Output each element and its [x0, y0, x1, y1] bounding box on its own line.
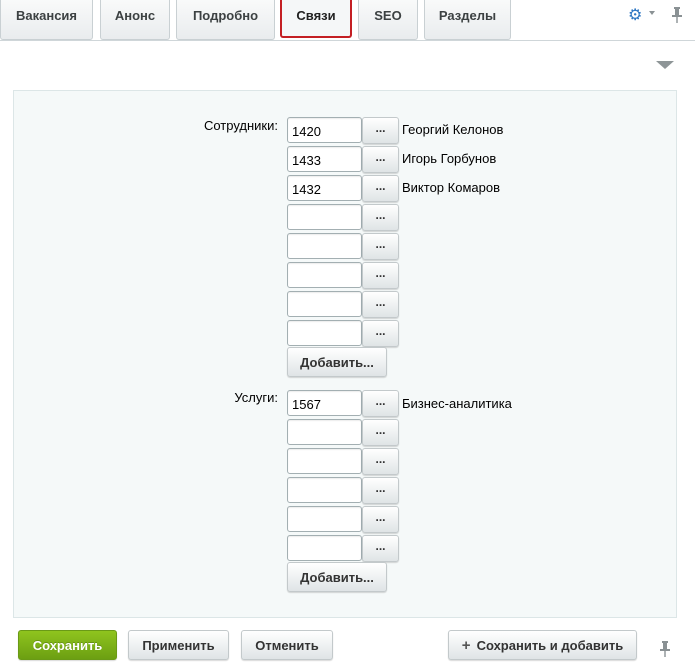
tab-bar: Вакансия Анонс Подробно Связи SEO Раздел… — [0, 0, 695, 41]
service-name: Бизнес-аналитика — [402, 396, 512, 411]
service-id-input[interactable] — [287, 506, 362, 532]
services-label: Услуги: — [234, 390, 278, 405]
service-pick-button[interactable]: ... — [362, 448, 399, 475]
tab-seo[interactable]: SEO — [358, 0, 418, 40]
service-pick-button[interactable]: ... — [362, 535, 399, 562]
service-id-input[interactable] — [287, 419, 362, 445]
tab-announce[interactable]: Анонс — [100, 0, 170, 40]
add-employee-button[interactable]: Добавить... — [287, 347, 387, 377]
employee-id-input[interactable] — [287, 291, 362, 317]
employee-name: Георгий Келонов — [402, 122, 504, 137]
employee-name: Игорь Горбунов — [402, 151, 497, 166]
save-and-add-button[interactable]: + Сохранить и добавить — [448, 630, 637, 660]
employee-pick-button[interactable]: ... — [362, 233, 399, 260]
employee-id-input[interactable] — [287, 262, 362, 288]
employee-pick-button[interactable]: ... — [362, 175, 399, 202]
tab-vacancy[interactable]: Вакансия — [0, 0, 93, 40]
service-id-input[interactable] — [287, 448, 362, 474]
employee-id-input[interactable] — [287, 320, 362, 346]
service-pick-button[interactable]: ... — [362, 390, 399, 417]
employee-name: Виктор Комаров — [402, 180, 500, 195]
employee-pick-button[interactable]: ... — [362, 291, 399, 318]
pin-icon[interactable] — [671, 7, 683, 23]
chevron-down-icon[interactable] — [649, 11, 655, 15]
service-id-input[interactable] — [287, 477, 362, 503]
employee-id-input[interactable] — [287, 204, 362, 230]
employee-id-input[interactable] — [287, 146, 362, 172]
employee-id-input[interactable] — [287, 233, 362, 259]
apply-button[interactable]: Применить — [128, 630, 229, 660]
service-id-input[interactable] — [287, 535, 362, 561]
cancel-button[interactable]: Отменить — [241, 630, 333, 660]
employee-pick-button[interactable]: ... — [362, 320, 399, 347]
employee-pick-button[interactable]: ... — [362, 204, 399, 231]
save-button[interactable]: Сохранить — [18, 630, 117, 660]
plus-icon: + — [461, 636, 471, 654]
service-pick-button[interactable]: ... — [362, 419, 399, 446]
tab-sections[interactable]: Разделы — [424, 0, 511, 40]
tab-links[interactable]: Связи — [280, 0, 352, 38]
employees-label: Сотрудники: — [203, 118, 278, 133]
employee-pick-button[interactable]: ... — [362, 262, 399, 289]
service-pick-button[interactable]: ... — [362, 506, 399, 533]
save-and-add-label: Сохранить и добавить — [476, 637, 624, 653]
employee-pick-button[interactable]: ... — [362, 146, 399, 173]
employee-pick-button[interactable]: ... — [362, 117, 399, 144]
service-id-input[interactable] — [287, 390, 362, 416]
tab-details[interactable]: Подробно — [176, 0, 275, 40]
employee-id-input[interactable] — [287, 117, 362, 143]
collapse-toggle-icon[interactable] — [656, 61, 674, 69]
pin-icon[interactable] — [659, 641, 671, 657]
employee-id-input[interactable] — [287, 175, 362, 201]
gear-icon[interactable]: ⚙ — [628, 8, 646, 24]
service-pick-button[interactable]: ... — [362, 477, 399, 504]
add-service-button[interactable]: Добавить... — [287, 562, 387, 592]
